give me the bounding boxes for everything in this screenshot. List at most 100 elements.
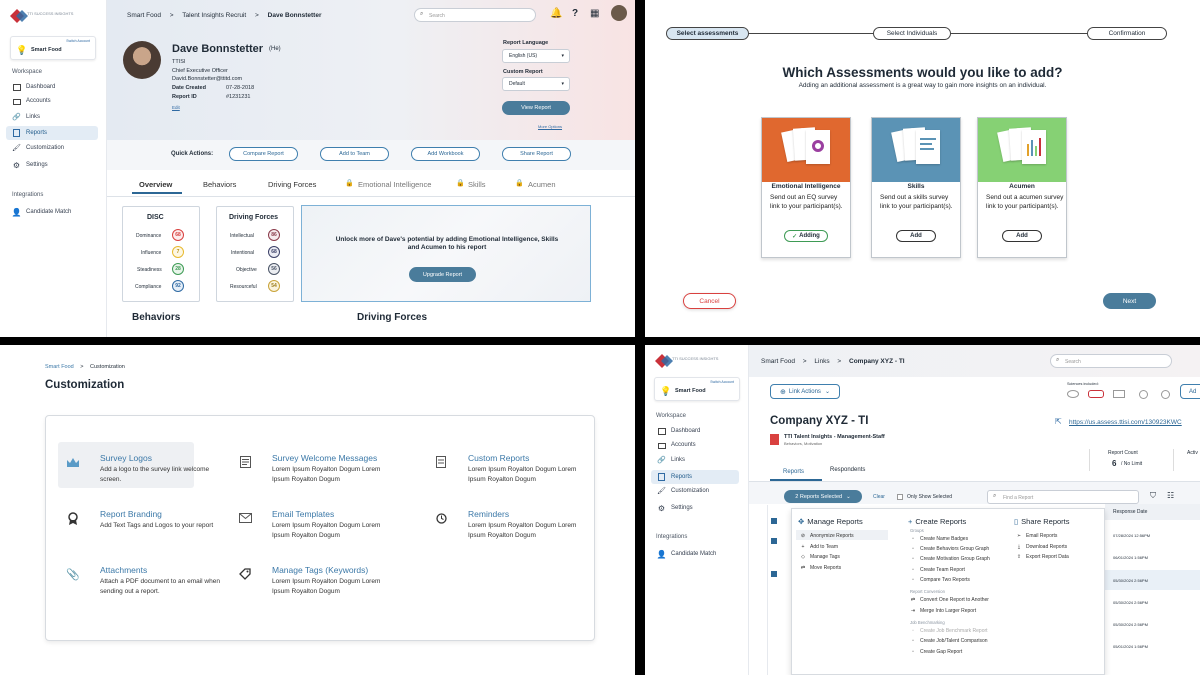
breadcrumb-smart-food[interactable]: Smart Food (127, 12, 161, 19)
nav-settings[interactable]: ⚙ Settings (651, 501, 743, 515)
account-switcher[interactable]: Switch Account 💡 Smart Food (654, 377, 740, 401)
menu-item-add-to-team[interactable]: + Add to Team (800, 544, 838, 550)
find-report-input[interactable]: ⌕ Find a Report (987, 490, 1139, 504)
menu-item-download-reports[interactable]: ⤓ Download Reports (1016, 544, 1067, 550)
nav-accounts[interactable]: Accounts (651, 438, 743, 452)
search-input[interactable]: ⌕ Search (1050, 354, 1172, 368)
add-to-team-button[interactable]: Add to Team (320, 147, 389, 161)
science-badge-icon (1139, 390, 1148, 399)
menu-item-job-benchmark[interactable]: ▫ Create Job Benchmark Report (910, 628, 987, 634)
step-confirmation[interactable]: Confirmation (1087, 27, 1167, 40)
assessment-card-skills[interactable]: Skills Send out a skills survey link to … (871, 117, 961, 258)
tab-acumen[interactable]: Acumen (528, 180, 556, 189)
menu-item-name-badges[interactable]: ▫ Create Name Badges (910, 536, 968, 542)
filter-icon[interactable]: ⛉ (1150, 491, 1156, 501)
nav-candidate-match[interactable]: 👤 Candidate Match (6, 205, 98, 219)
sidebar: TTI SUCCESS INSIGHTS Switch Account 💡 Sm… (0, 0, 107, 337)
nav-dashboard[interactable]: Dashboard (6, 80, 98, 94)
edit-link[interactable]: Edit (172, 105, 180, 110)
document-stack-icon (762, 118, 850, 182)
adding-button[interactable]: ✓ Adding (784, 230, 828, 242)
step-select-assessments[interactable]: Select assessments (666, 27, 749, 40)
menu-item-convert-report[interactable]: ⇄ Convert One Report to Another (910, 597, 989, 603)
breadcrumb-current: Customization (90, 364, 125, 370)
upgrade-report-button[interactable]: Upgrade Report (409, 267, 476, 282)
nav-reports[interactable]: Reports (651, 470, 739, 484)
switch-account-link[interactable]: Switch Account (66, 39, 90, 43)
breadcrumb-links[interactable]: Links (814, 358, 829, 365)
assessment-card-emotional-intelligence[interactable]: Emotional Intelligence Send out an EQ su… (761, 117, 851, 258)
grid-icon[interactable]: ▦ (590, 8, 599, 19)
tag-icon (238, 567, 252, 581)
nav-settings[interactable]: ⚙ Settings (6, 158, 98, 172)
step-select-individuals[interactable]: Select Individuals (873, 27, 951, 40)
reports-selected-button[interactable]: 2 Reports Selected ⌄ (784, 490, 862, 503)
assessment-card-acumen[interactable]: Acumen Send out a acumen survey link to … (977, 117, 1067, 258)
avatar[interactable] (611, 5, 627, 21)
add-button[interactable]: Add (1002, 230, 1042, 242)
nav-links[interactable]: 🔗 Links (651, 453, 743, 467)
tab-behaviors[interactable]: Behaviors (203, 180, 236, 189)
cancel-button[interactable]: Cancel (683, 293, 736, 309)
columns-icon[interactable]: ☷ (1167, 491, 1174, 500)
row-checkbox[interactable] (771, 571, 777, 577)
upgrade-panel: Unlock more of Dave's potential by addin… (301, 205, 591, 302)
switch-account-link[interactable]: Switch Account (710, 380, 734, 384)
menu-item-gap-report[interactable]: ▫ Create Gap Report (910, 649, 962, 655)
breadcrumb-talent-insights[interactable]: Talent Insights Recruit (182, 12, 246, 19)
group-label: Groups (910, 528, 924, 533)
tab-skills[interactable]: Skills (468, 180, 486, 189)
nav-links[interactable]: 🔗 Links (6, 110, 98, 124)
only-selected-checkbox[interactable] (897, 494, 903, 500)
menu-item-team-report[interactable]: ▫ Create Team Report (910, 567, 965, 573)
menu-item-compare-two[interactable]: ▫ Compare Two Reports (910, 577, 970, 583)
breadcrumb-smart-food[interactable]: Smart Food (45, 364, 74, 370)
tab-respondents[interactable]: Respondents (830, 467, 865, 473)
menu-item-move-reports[interactable]: ⇄ Move Reports (800, 565, 841, 571)
menu-item-email-reports[interactable]: ➢ Email Reports (1016, 533, 1058, 539)
custom-report-select[interactable]: Default ▾ (502, 77, 570, 91)
menu-item-job-talent-comparison[interactable]: ▫ Create Job/Talent Comparison (910, 638, 987, 644)
add-button[interactable]: Add (896, 230, 936, 242)
workspace-label: Workspace (656, 413, 686, 419)
view-report-button[interactable]: View Report (502, 101, 570, 115)
breadcrumb-smart-food[interactable]: Smart Food (761, 358, 795, 365)
add-workbook-button[interactable]: Add Workbook (411, 147, 480, 161)
link-actions-button[interactable]: ⊕ Link Actions ⌄ (770, 384, 840, 399)
next-button[interactable]: Next (1103, 293, 1156, 309)
tab-overview[interactable]: Overview (139, 180, 172, 189)
nav-customization[interactable]: 🖌 Customization (651, 484, 743, 498)
add-button[interactable]: Ad (1180, 384, 1200, 399)
menu-item-merge-report[interactable]: ⇥ Merge Into Larger Report (910, 608, 976, 614)
disc-label: Dominance (136, 233, 162, 239)
nav-candidate-match[interactable]: 👤 Candidate Match (651, 547, 743, 561)
disc-score: 92 (172, 280, 184, 292)
more-options-link[interactable]: More Options (538, 124, 562, 129)
row-checkbox[interactable] (771, 538, 777, 544)
external-link-icon[interactable]: ⇱ (1055, 417, 1062, 426)
tab-driving-forces[interactable]: Driving Forces (268, 180, 316, 189)
survey-link[interactable]: https://us.assess.ttisi.com/130923KWC (1069, 419, 1182, 426)
tab-emotional-intelligence[interactable]: Emotional Intelligence (358, 180, 431, 189)
nav-customization[interactable]: 🖌 Customization (6, 141, 98, 155)
nav-reports[interactable]: Reports (6, 126, 98, 140)
account-switcher[interactable]: Switch Account 💡 Smart Food (10, 36, 96, 60)
bell-icon[interactable]: 🔔 (550, 8, 562, 19)
select-all-checkbox[interactable] (771, 518, 777, 524)
menu-item-anonymize[interactable]: ⊘ Anonymize Reports (800, 533, 854, 539)
clear-link[interactable]: Clear (873, 494, 885, 500)
share-report-button[interactable]: Share Report (502, 147, 571, 161)
search-input[interactable]: ⌕ Search (414, 8, 536, 22)
menu-item-manage-tags[interactable]: ◇ Manage Tags (800, 554, 840, 560)
item-description: Add a logo to the survey link welcome sc… (100, 466, 210, 483)
help-icon[interactable]: ? (572, 8, 578, 19)
item-title: Survey Logos (100, 453, 152, 463)
menu-item-export-data[interactable]: ⇪ Export Report Data (1016, 554, 1069, 560)
nav-dashboard[interactable]: Dashboard (651, 424, 743, 438)
nav-accounts[interactable]: Accounts (6, 94, 98, 108)
menu-item-motivation-group-graph[interactable]: ▫ Create Motivation Group Graph (910, 556, 990, 562)
compare-report-button[interactable]: Compare Report (229, 147, 298, 161)
menu-item-behaviors-group-graph[interactable]: ▫ Create Behaviors Group Graph (910, 546, 989, 552)
tab-reports[interactable]: Reports (783, 469, 804, 475)
report-language-select[interactable]: English (US) ▾ (502, 49, 570, 63)
